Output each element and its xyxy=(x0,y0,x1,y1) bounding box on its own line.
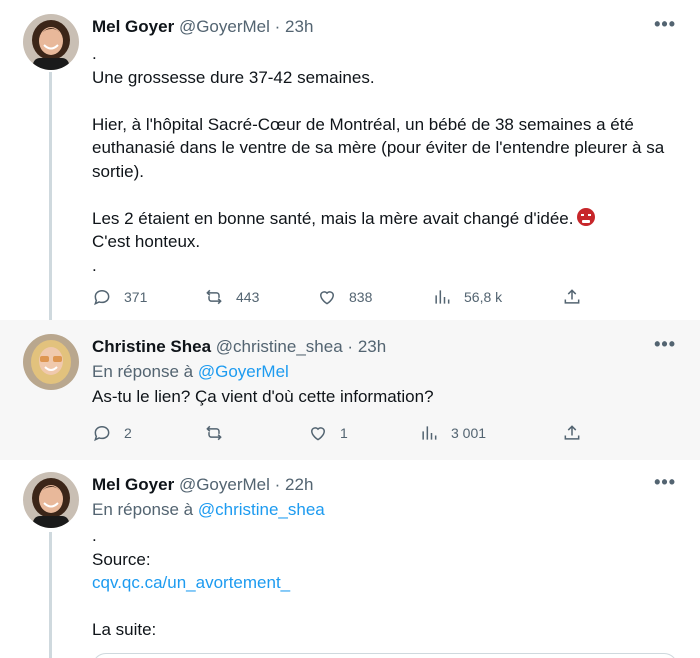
tweet-body-end: La suite: xyxy=(92,620,157,639)
views-count: 3 001 xyxy=(451,425,487,441)
tweet-text: As-tu le lien? Ça vient d'où cette infor… xyxy=(92,387,434,406)
reply-icon xyxy=(94,425,110,442)
tweet-body: . Une grossesse dure 37-42 semaines. Hie… xyxy=(92,44,665,228)
separator: · xyxy=(274,17,281,36)
source-link[interactable]: cqv.qc.ca/un_avortement_ xyxy=(92,573,290,592)
tweet-body-tail: C'est honteux. . xyxy=(92,232,201,275)
share-icon xyxy=(564,289,580,304)
reply-icon xyxy=(94,289,110,306)
tweet-header: Mel Goyer @GoyerMel · 22h xyxy=(92,474,313,496)
share-button[interactable] xyxy=(562,423,582,443)
share-button[interactable] xyxy=(562,287,582,307)
author-handle[interactable]: @christine_shea xyxy=(216,337,343,356)
share-icon xyxy=(564,425,580,440)
tweet-1[interactable]: Mel Goyer @GoyerMel · 23h ••• . Une gros… xyxy=(0,0,700,320)
like-icon xyxy=(310,427,326,441)
reply-context: En réponse à @GoyerMel xyxy=(92,361,289,383)
views-button[interactable]: 56,8 k xyxy=(432,287,502,307)
separator: · xyxy=(274,475,281,494)
tweet-time[interactable]: 23h xyxy=(285,17,313,36)
views-button[interactable]: 3 001 xyxy=(419,423,486,443)
avatar-image xyxy=(23,14,79,70)
author-name[interactable]: Mel Goyer xyxy=(92,475,174,494)
tweet-actions: 371 443 838 56,8 k xyxy=(92,287,612,311)
like-count: 838 xyxy=(349,289,373,305)
reply-to-link[interactable]: @christine_shea xyxy=(198,500,325,519)
like-button[interactable]: 838 xyxy=(317,287,372,307)
tweet-time[interactable]: 23h xyxy=(358,337,386,356)
retweet-icon xyxy=(206,289,222,305)
views-count: 56,8 k xyxy=(464,289,503,305)
retweet-button[interactable]: 443 xyxy=(204,287,259,307)
author-name[interactable]: Mel Goyer xyxy=(92,17,174,36)
reply-count: 371 xyxy=(124,289,148,305)
reply-button[interactable]: 371 xyxy=(92,287,147,307)
tweet-body: . Source: xyxy=(92,526,151,569)
tweet-header: Mel Goyer @GoyerMel · 23h xyxy=(92,16,313,38)
more-icon[interactable]: ••• xyxy=(654,472,676,493)
views-icon xyxy=(422,426,437,440)
tweet-text: . Une grossesse dure 37-42 semaines. Hie… xyxy=(92,42,682,277)
like-icon xyxy=(319,291,335,305)
enraged-face-emoji xyxy=(577,207,596,226)
retweet-count: 443 xyxy=(236,289,260,305)
thread-line xyxy=(49,532,52,658)
avatar[interactable] xyxy=(23,14,79,70)
avatar-image xyxy=(23,334,79,390)
tweet-actions: 2 1 3 001 xyxy=(92,423,612,447)
views-icon xyxy=(435,290,450,304)
retweet-button[interactable] xyxy=(204,423,236,443)
avatar[interactable] xyxy=(23,334,79,390)
author-handle[interactable]: @GoyerMel xyxy=(179,475,270,494)
separator: · xyxy=(347,337,354,356)
quoted-card[interactable] xyxy=(92,653,678,658)
tweet-text: . Source: cqv.qc.ca/un_avortement_ La su… xyxy=(92,524,682,642)
more-icon[interactable]: ••• xyxy=(654,334,676,355)
thread-line xyxy=(49,72,52,320)
reply-button[interactable]: 2 xyxy=(92,423,132,443)
like-button[interactable]: 1 xyxy=(308,423,348,443)
retweet-icon xyxy=(206,425,222,441)
avatar-image xyxy=(23,472,79,528)
reply-context: En réponse à @christine_shea xyxy=(92,499,325,521)
tweet-3[interactable]: Mel Goyer @GoyerMel · 22h ••• En réponse… xyxy=(0,460,700,658)
author-name[interactable]: Christine Shea xyxy=(92,337,211,356)
tweet-time[interactable]: 22h xyxy=(285,475,313,494)
reply-count: 2 xyxy=(124,425,132,441)
like-count: 1 xyxy=(340,425,348,441)
reply-prefix: En réponse à xyxy=(92,362,194,381)
more-icon[interactable]: ••• xyxy=(654,14,676,35)
reply-to-link[interactable]: @GoyerMel xyxy=(198,362,289,381)
author-handle[interactable]: @GoyerMel xyxy=(179,17,270,36)
avatar[interactable] xyxy=(23,472,79,528)
tweet-2[interactable]: Christine Shea @christine_shea · 23h •••… xyxy=(0,320,700,460)
tweet-header: Christine Shea @christine_shea · 23h xyxy=(92,336,386,358)
reply-prefix: En réponse à xyxy=(92,500,194,519)
